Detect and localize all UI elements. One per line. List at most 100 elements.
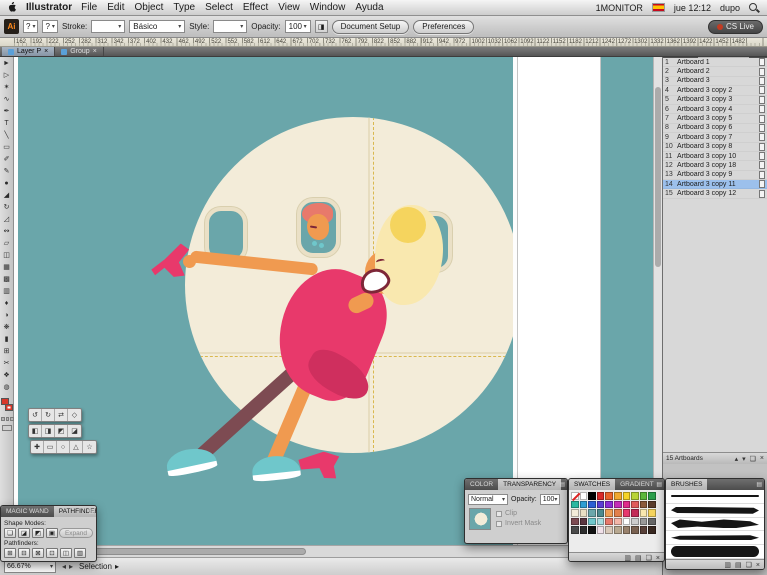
stroke-color-well[interactable]: ?▾ bbox=[42, 20, 57, 33]
color-swatch[interactable] bbox=[580, 509, 588, 517]
column-graph-tool[interactable]: ▮ bbox=[0, 333, 13, 345]
artboard-row[interactable]: 1 Artboard 1 bbox=[663, 58, 767, 67]
color-swatch[interactable] bbox=[640, 501, 648, 509]
hand-tool[interactable]: ❖ bbox=[0, 369, 13, 381]
delete-swatch-icon[interactable]: × bbox=[656, 555, 660, 562]
crop-button[interactable]: ⊡ bbox=[46, 548, 58, 558]
apple-icon[interactable] bbox=[8, 1, 17, 15]
color-swatch[interactable] bbox=[640, 526, 648, 534]
paintbrush-tool[interactable]: ✐ bbox=[0, 153, 13, 165]
rotate-ccw-icon[interactable]: ↺ bbox=[29, 409, 42, 421]
blend-tool[interactable]: ◑ bbox=[0, 309, 13, 321]
rect-shape-icon[interactable]: ▭ bbox=[44, 441, 57, 453]
recolor-artwork-icon[interactable]: ◨ bbox=[315, 20, 328, 33]
horizontal-scrollbar[interactable]: ◂ ▸ bbox=[14, 545, 662, 557]
canvas[interactable] bbox=[14, 57, 662, 545]
brush-flat-stroke[interactable] bbox=[666, 531, 764, 545]
color-swatch[interactable] bbox=[614, 526, 622, 534]
lasso-tool[interactable]: ∿ bbox=[0, 93, 13, 105]
color-swatch[interactable] bbox=[640, 509, 648, 517]
rotate-tool[interactable]: ↻ bbox=[0, 201, 13, 213]
artboard-row[interactable]: 12 Artboard 3 copy 18 bbox=[663, 161, 767, 170]
type-tool[interactable]: T bbox=[0, 117, 13, 129]
color-swatch[interactable] bbox=[605, 526, 613, 534]
delete-brush-icon[interactable]: × bbox=[756, 562, 760, 569]
vertical-scrollbar[interactable] bbox=[653, 57, 662, 545]
next-artboard-icon[interactable]: ▸ bbox=[69, 562, 73, 571]
menu-item[interactable]: Edit bbox=[107, 2, 124, 13]
tab-swatches[interactable]: SWATCHES bbox=[569, 479, 615, 490]
width-tool[interactable]: ↭ bbox=[0, 225, 13, 237]
artboard-row[interactable]: 9 Artboard 3 copy 7 bbox=[663, 133, 767, 142]
direct-selection-tool[interactable]: ▷ bbox=[0, 69, 13, 81]
user-menu[interactable]: dupo bbox=[720, 3, 740, 13]
panel-menu-icon[interactable]: ▤ bbox=[756, 479, 762, 490]
artboard-row[interactable]: 10 Artboard 3 copy 8 bbox=[663, 143, 767, 152]
color-swatch[interactable] bbox=[597, 501, 605, 509]
unite-button[interactable]: ❏ bbox=[4, 528, 16, 538]
fill-color-well[interactable]: ?▾ bbox=[23, 20, 38, 33]
intersect-button[interactable]: ◩ bbox=[32, 528, 44, 538]
transparency-opacity-input[interactable]: 100▾ bbox=[540, 494, 560, 505]
invert-mask-checkbox[interactable]: Invert Mask bbox=[496, 520, 541, 527]
pencil-tool[interactable]: ✎ bbox=[0, 165, 13, 177]
color-swatch[interactable] bbox=[631, 509, 639, 517]
color-swatch[interactable] bbox=[588, 526, 596, 534]
color-swatch[interactable] bbox=[588, 501, 596, 509]
transform-icon[interactable]: ◪ bbox=[68, 425, 81, 437]
slice-tool[interactable]: ✂ bbox=[0, 357, 13, 369]
brush-options-icon[interactable]: ▤ bbox=[735, 561, 742, 569]
zoom-select[interactable]: 66.67%▾ bbox=[4, 561, 56, 573]
color-swatch[interactable] bbox=[640, 492, 648, 500]
color-swatch[interactable] bbox=[605, 509, 613, 517]
color-swatch[interactable] bbox=[614, 501, 622, 509]
menu-item[interactable]: Window bbox=[310, 2, 346, 13]
clip-checkbox[interactable]: Clip bbox=[496, 510, 541, 517]
gradient-mode-button[interactable] bbox=[6, 417, 10, 421]
polygon-shape-icon[interactable]: △ bbox=[70, 441, 83, 453]
color-mode-button[interactable] bbox=[1, 417, 5, 421]
tab-brushes[interactable]: BRUSHES bbox=[666, 479, 707, 490]
eraser-tool[interactable]: ◢ bbox=[0, 189, 13, 201]
outline-button[interactable]: ◫ bbox=[60, 548, 72, 558]
color-swatch[interactable] bbox=[580, 518, 588, 526]
color-swatch[interactable] bbox=[648, 526, 656, 534]
app-menu[interactable]: Illustrator bbox=[26, 2, 72, 13]
color-swatch[interactable] bbox=[648, 492, 656, 500]
artboard-main[interactable] bbox=[18, 57, 513, 545]
move-up-icon[interactable]: ▴ bbox=[735, 455, 739, 463]
stroke-color-swatch[interactable] bbox=[5, 404, 13, 411]
trim-button[interactable]: ⊟ bbox=[18, 548, 30, 558]
menu-item[interactable]: Object bbox=[134, 2, 163, 13]
selection-tool[interactable]: ► bbox=[0, 57, 13, 69]
artboard-tool[interactable]: ⊞ bbox=[0, 345, 13, 357]
spotlight-icon[interactable] bbox=[749, 3, 759, 13]
color-swatch[interactable] bbox=[623, 526, 631, 534]
color-swatch[interactable] bbox=[623, 518, 631, 526]
brush-definition-select[interactable]: Básico▾ bbox=[129, 20, 185, 33]
color-swatch[interactable] bbox=[571, 501, 579, 509]
minus-front-button[interactable]: ◪ bbox=[18, 528, 30, 538]
brush-libraries-icon[interactable]: ▥ bbox=[724, 561, 731, 569]
color-swatch[interactable] bbox=[597, 492, 605, 500]
delete-artboard-icon[interactable]: × bbox=[760, 455, 764, 463]
swatch-libraries-icon[interactable]: ▥ bbox=[624, 554, 631, 562]
color-swatch[interactable] bbox=[571, 492, 579, 500]
opacity-input[interactable]: 100▾ bbox=[285, 20, 311, 33]
artboard-row[interactable]: 5 Artboard 3 copy 3 bbox=[663, 96, 767, 105]
artboard-row[interactable]: 15 Artboard 3 copy 12 bbox=[663, 189, 767, 198]
artboard-row[interactable]: 7 Artboard 3 copy 5 bbox=[663, 114, 767, 123]
artboard-row[interactable]: 14 Artboard 3 copy 11 bbox=[663, 180, 767, 189]
artboard-row[interactable]: 11 Artboard 3 copy 10 bbox=[663, 152, 767, 161]
tab-transparency[interactable]: TRANSPARENCY bbox=[498, 479, 561, 490]
tab-magic-wand[interactable]: MAGIC WAND bbox=[1, 506, 54, 517]
shear-icon[interactable]: ◇ bbox=[68, 409, 81, 421]
color-swatch[interactable] bbox=[571, 526, 579, 534]
scale-tool[interactable]: ◿ bbox=[0, 213, 13, 225]
cs-live-button[interactable]: CS Live bbox=[708, 20, 763, 34]
shape-builder-tool[interactable]: ◫ bbox=[0, 249, 13, 261]
color-swatch[interactable] bbox=[605, 501, 613, 509]
color-swatch[interactable] bbox=[614, 509, 622, 517]
color-swatch[interactable] bbox=[605, 492, 613, 500]
color-swatch[interactable] bbox=[631, 526, 639, 534]
